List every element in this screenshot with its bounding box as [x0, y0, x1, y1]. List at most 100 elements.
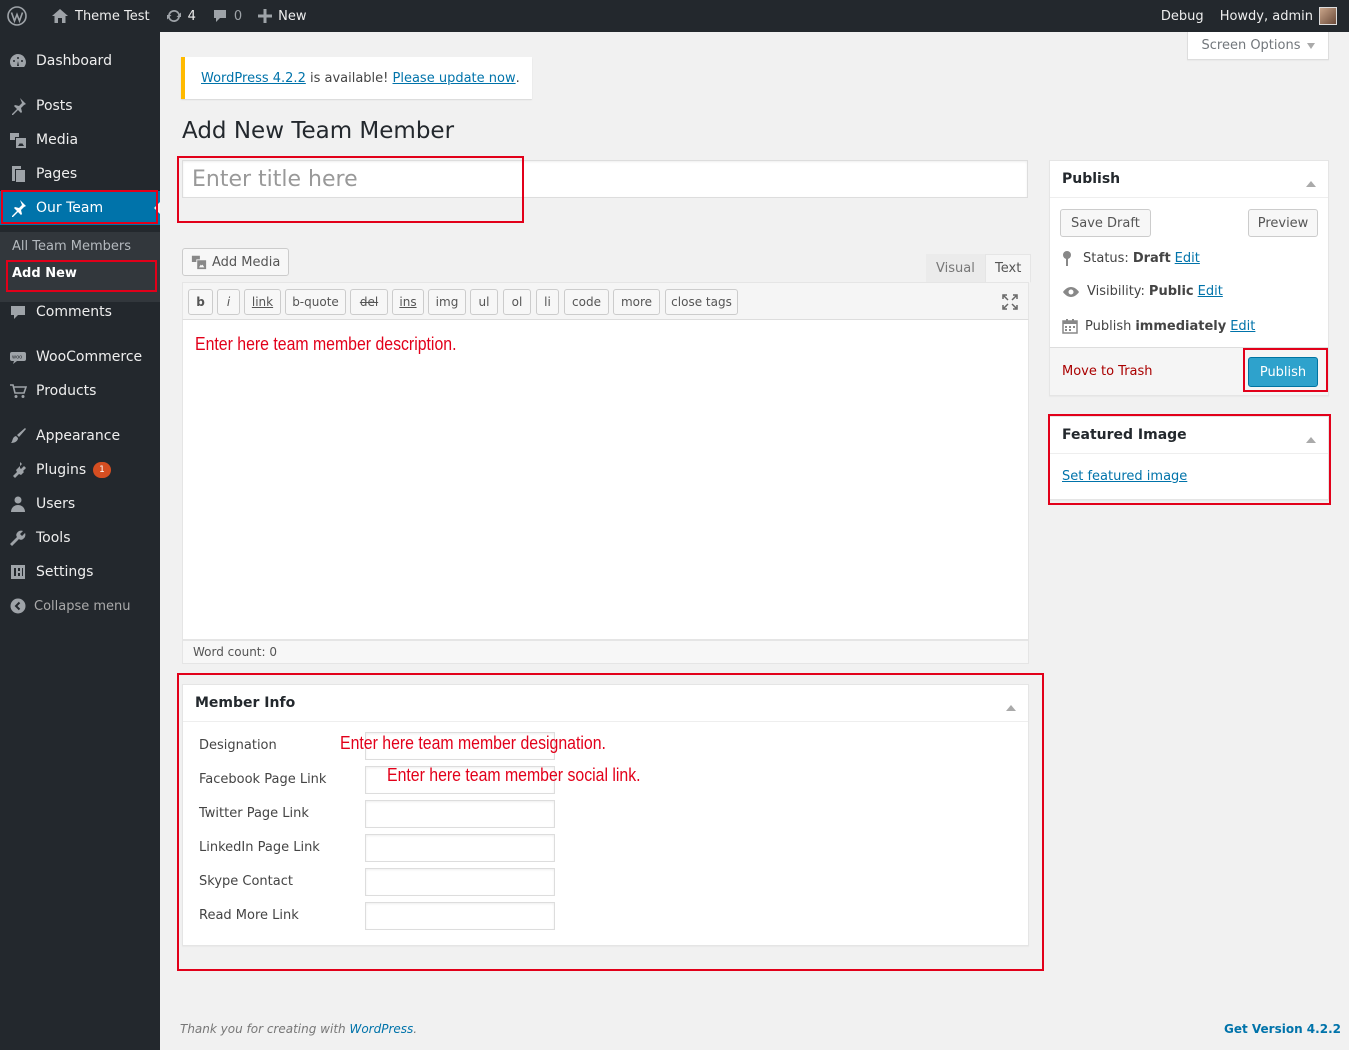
publish-date-label: Publish	[1085, 318, 1132, 334]
brush-icon	[0, 427, 36, 445]
menu-label: Settings	[36, 564, 94, 580]
qt-li-button[interactable]: li	[536, 289, 559, 315]
menu-item-plugins[interactable]: Plugins 1	[0, 453, 160, 487]
edit-status-link[interactable]: Edit	[1175, 251, 1200, 266]
menu-item-media[interactable]: Media	[0, 123, 160, 157]
member-info-box: Member Info Designation Facebook Page Li…	[182, 684, 1029, 946]
qt-blockquote-button[interactable]: b-quote	[285, 289, 346, 315]
linkedin-label: LinkedIn Page Link	[199, 840, 320, 855]
menu-item-settings[interactable]: Settings	[0, 555, 160, 589]
menu-item-comments[interactable]: Comments	[0, 295, 160, 329]
menu-label: Products	[36, 383, 97, 399]
quicktags-toolbar: b i link b-quote del ins img ul ol li co…	[182, 282, 1029, 320]
publish-box-header[interactable]: Publish	[1050, 161, 1328, 198]
pin-location-icon	[1063, 251, 1071, 266]
screen-options-button[interactable]: Screen Options	[1187, 32, 1329, 60]
tab-visual[interactable]: Visual	[926, 254, 985, 283]
version-link[interactable]: WordPress 4.2.2	[201, 71, 306, 86]
member-info-header[interactable]: Member Info	[183, 685, 1028, 722]
calendar-icon	[1062, 319, 1078, 334]
menu-item-posts[interactable]: Posts	[0, 89, 160, 123]
read-more-label: Read More Link	[199, 908, 299, 923]
my-account-link[interactable]: Howdy, admin	[1212, 0, 1349, 32]
preview-button[interactable]: Preview	[1248, 209, 1318, 237]
qt-ins-button[interactable]: ins	[392, 289, 424, 315]
qt-close-tags-button[interactable]: close tags	[665, 289, 738, 315]
new-content-link[interactable]: New	[250, 0, 314, 32]
add-media-label: Add Media	[212, 254, 281, 270]
menu-item-products[interactable]: Products	[0, 374, 160, 408]
comment-icon	[0, 303, 36, 321]
qt-del-button[interactable]: del	[350, 289, 388, 315]
qt-more-button[interactable]: more	[613, 289, 660, 315]
dashboard-icon	[0, 52, 36, 70]
updates-icon	[166, 9, 181, 23]
collapse-toggle-icon[interactable]	[1306, 432, 1316, 443]
notice-period: .	[515, 70, 520, 86]
pin-icon	[0, 97, 36, 115]
menu-label: Posts	[36, 98, 73, 114]
featured-image-title: Featured Image	[1062, 427, 1187, 443]
qt-link-button[interactable]: link	[244, 289, 281, 315]
facebook-label: Facebook Page Link	[199, 772, 327, 787]
qt-ol-button[interactable]: ol	[503, 289, 531, 315]
status-value: Draft	[1132, 250, 1171, 266]
new-label: New	[278, 8, 307, 24]
move-to-trash-link[interactable]: Move to Trash	[1062, 364, 1153, 379]
menu-label: Pages	[36, 166, 78, 182]
skype-label: Skype Contact	[199, 874, 293, 889]
publish-date-row: Publish immediately Edit	[1062, 318, 1255, 334]
menu-item-our-team[interactable]: Our Team	[0, 191, 160, 225]
site-name: Theme Test	[75, 8, 150, 24]
linkedin-input[interactable]	[365, 834, 555, 862]
qt-ul-button[interactable]: ul	[470, 289, 498, 315]
twitter-input[interactable]	[365, 800, 555, 828]
menu-item-appearance[interactable]: Appearance	[0, 419, 160, 453]
collapse-toggle-icon[interactable]	[1306, 176, 1316, 187]
publish-button[interactable]: Publish	[1248, 357, 1318, 387]
menu-item-tools[interactable]: Tools	[0, 521, 160, 555]
qt-img-button[interactable]: img	[428, 289, 466, 315]
publish-date-value: immediately	[1135, 318, 1227, 334]
site-name-link[interactable]: Theme Test	[43, 0, 158, 32]
footer-period: .	[413, 1022, 418, 1036]
twitter-label: Twitter Page Link	[199, 806, 309, 821]
edit-date-link[interactable]: Edit	[1230, 319, 1255, 334]
content-textarea[interactable]	[182, 320, 1029, 640]
add-media-button[interactable]: Add Media	[182, 248, 290, 276]
get-version-link[interactable]: Get Version 4.2.2	[1224, 1022, 1341, 1036]
skype-input[interactable]	[365, 868, 555, 896]
update-now-link[interactable]: Please update now	[393, 71, 516, 86]
cart-icon	[0, 382, 36, 400]
read-more-input[interactable]	[365, 902, 555, 930]
collapse-toggle-icon[interactable]	[1006, 700, 1016, 711]
menu-item-pages[interactable]: Pages	[0, 157, 160, 191]
visibility-label: Visibility:	[1087, 284, 1145, 299]
tab-text[interactable]: Text	[985, 254, 1032, 283]
featured-image-header[interactable]: Featured Image	[1050, 417, 1328, 454]
updates-link[interactable]: 4	[158, 0, 204, 32]
save-draft-button[interactable]: Save Draft	[1060, 209, 1151, 237]
footer-wordpress-link[interactable]: WordPress	[349, 1022, 413, 1036]
menu-item-users[interactable]: Users	[0, 487, 160, 521]
menu-item-woocommerce[interactable]: woo WooCommerce	[0, 340, 160, 374]
qt-italic-button[interactable]: i	[217, 289, 240, 315]
debug-link[interactable]: Debug	[1153, 0, 1212, 32]
admin-bar: Theme Test 4 0 New Debug Howdy, admin	[0, 0, 1349, 32]
wp-logo-menu[interactable]	[0, 0, 43, 32]
post-title-input[interactable]	[182, 160, 1028, 198]
set-featured-image-link[interactable]: Set featured image	[1062, 469, 1187, 484]
submenu-add-new[interactable]: Add New	[12, 266, 77, 281]
menu-label: Dashboard	[36, 53, 112, 69]
howdy-label: Howdy, admin	[1219, 8, 1313, 24]
plugin-icon	[0, 461, 36, 479]
collapse-menu-button[interactable]: Collapse menu	[10, 598, 131, 614]
user-icon	[0, 495, 36, 513]
comments-link[interactable]: 0	[204, 0, 250, 32]
fullscreen-icon[interactable]	[1001, 293, 1019, 311]
edit-visibility-link[interactable]: Edit	[1198, 284, 1223, 299]
menu-item-dashboard[interactable]: Dashboard	[0, 44, 160, 78]
qt-code-button[interactable]: code	[564, 289, 609, 315]
qt-bold-button[interactable]: b	[188, 289, 213, 315]
submenu-all-team-members[interactable]: All Team Members	[12, 239, 131, 254]
